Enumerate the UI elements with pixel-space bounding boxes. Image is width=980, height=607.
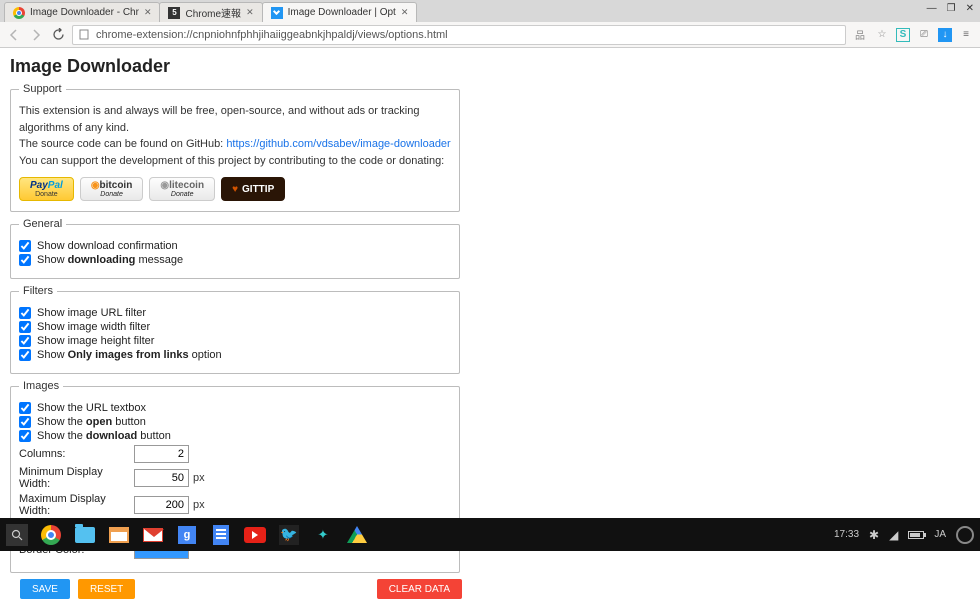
tab-2[interactable]: 5 Chrome速報 ✕	[159, 2, 262, 22]
bitcoin-button[interactable]: ◉bitcoin Donate	[80, 177, 144, 201]
support-legend: Support	[19, 83, 66, 95]
youtube-icon[interactable]	[244, 524, 266, 546]
gmail-icon[interactable]	[142, 524, 164, 546]
downloader-icon	[271, 7, 283, 19]
clear-data-button[interactable]: CLEAR DATA	[377, 579, 462, 599]
checkbox[interactable]	[19, 321, 31, 333]
donate-row: PayPal Donate ◉bitcoin Donate ◉litecoin …	[19, 177, 451, 201]
wifi-off-icon: ✱	[869, 528, 879, 542]
checkbox[interactable]	[19, 416, 31, 428]
os-taskbar: g 🐦 ✦ 17:33 ✱ ◢ JA	[0, 518, 980, 551]
support-text: This extension is and always will be fre…	[19, 103, 451, 169]
window-controls: — ❐ ✕	[927, 3, 974, 14]
ext-s-icon[interactable]: S	[896, 28, 910, 42]
links-only-option[interactable]: Show Only images from links option	[19, 349, 451, 361]
height-filter-option[interactable]: Show image height filter	[19, 335, 451, 347]
reload-button[interactable]	[50, 27, 66, 43]
github-link[interactable]: https://github.com/vdsabev/image-downloa…	[226, 138, 450, 150]
tab-title: Image Downloader - Chr	[30, 7, 139, 18]
columns-input[interactable]	[134, 445, 189, 463]
gittip-button[interactable]: ♥GITTIP	[221, 177, 285, 201]
filters-section: Filters Show image URL filter Show image…	[10, 285, 460, 374]
tab-1[interactable]: Image Downloader - Chr ✕	[4, 2, 160, 22]
browser-toolbar: chrome-extension://cnpniohnfphhjihaiigge…	[0, 22, 980, 48]
checkbox[interactable]	[19, 430, 31, 442]
max-width-label: Maximum Display Width:	[19, 493, 134, 517]
forward-button	[28, 27, 44, 43]
drive-icon[interactable]	[346, 524, 368, 546]
status-tray[interactable]: 17:33 ✱ ◢ JA	[834, 526, 974, 544]
tab-title: Chrome速報	[185, 5, 241, 20]
general-legend: General	[19, 218, 66, 230]
cast-icon[interactable]: ⎚	[916, 27, 932, 43]
paypal-button[interactable]: PayPal Donate	[19, 177, 74, 201]
menu-icon[interactable]: ≡	[958, 27, 974, 43]
url-textbox-option[interactable]: Show the URL textbox	[19, 402, 451, 414]
min-width-row: Minimum Display Width: px	[19, 466, 451, 490]
open-button-option[interactable]: Show the open button	[19, 416, 451, 428]
download-button-option[interactable]: Show the download button	[19, 430, 451, 442]
webstore-icon[interactable]	[108, 524, 130, 546]
litecoin-button[interactable]: ◉litecoin Donate	[149, 177, 215, 201]
address-bar[interactable]: chrome-extension://cnpniohnfphhjihaiigge…	[72, 25, 846, 45]
url-text: chrome-extension://cnpniohnfphhjihaiigge…	[96, 29, 448, 41]
back-button	[6, 27, 22, 43]
show-confirmation-option[interactable]: Show download confirmation	[19, 240, 451, 252]
google-search-icon[interactable]: g	[176, 524, 198, 546]
support-section: Support This extension is and always wil…	[10, 83, 460, 212]
columns-label: Columns:	[19, 448, 134, 460]
tab-title: Image Downloader | Opt	[288, 7, 396, 18]
min-width-label: Minimum Display Width:	[19, 466, 134, 490]
show-downloading-option[interactable]: Show downloading message	[19, 254, 451, 266]
checkbox[interactable]	[19, 335, 31, 347]
max-width-input[interactable]	[134, 496, 189, 514]
maximize-button[interactable]: ❐	[947, 3, 956, 14]
search-icon[interactable]	[6, 524, 28, 546]
chrome-icon	[13, 7, 25, 19]
site-icon: 5	[168, 7, 180, 19]
save-button[interactable]: SAVE	[20, 579, 70, 599]
tweetdeck-icon[interactable]: 🐦	[278, 524, 300, 546]
user-icon	[956, 526, 974, 544]
files-app-icon[interactable]	[74, 524, 96, 546]
ext-icon[interactable]: 品	[852, 27, 868, 43]
min-width-input[interactable]	[134, 469, 189, 487]
close-icon[interactable]: ✕	[401, 7, 409, 18]
close-button[interactable]: ✕	[966, 3, 974, 14]
checkbox[interactable]	[19, 240, 31, 252]
page-title: Image Downloader	[10, 56, 970, 77]
ime-indicator: JA	[934, 529, 946, 540]
browser-tabstrip: Image Downloader - Chr ✕ 5 Chrome速報 ✕ Im…	[0, 0, 980, 22]
width-filter-option[interactable]: Show image width filter	[19, 321, 451, 333]
tab-3[interactable]: Image Downloader | Opt ✕	[262, 2, 418, 22]
download-icon[interactable]: ↓	[938, 28, 952, 42]
max-width-row: Maximum Display Width: px	[19, 493, 451, 517]
docs-icon[interactable]	[210, 524, 232, 546]
close-icon[interactable]: ✕	[246, 7, 254, 18]
images-legend: Images	[19, 380, 63, 392]
url-filter-option[interactable]: Show image URL filter	[19, 307, 451, 319]
star-icon[interactable]: ☆	[874, 27, 890, 43]
general-section: General Show download confirmation Show …	[10, 218, 460, 279]
columns-row: Columns:	[19, 445, 451, 463]
page-icon	[79, 29, 90, 40]
filters-legend: Filters	[19, 285, 57, 297]
battery-icon	[908, 531, 924, 539]
checkbox[interactable]	[19, 307, 31, 319]
checkbox[interactable]	[19, 254, 31, 266]
button-bar: SAVE RESET CLEAR DATA	[10, 579, 460, 599]
checkbox[interactable]	[19, 402, 31, 414]
clock: 17:33	[834, 529, 859, 540]
checkbox[interactable]	[19, 349, 31, 361]
wifi-icon: ◢	[889, 528, 898, 542]
close-icon[interactable]: ✕	[144, 7, 152, 18]
heart-icon: ♥	[232, 184, 238, 195]
app-icon[interactable]: ✦	[312, 524, 334, 546]
minimize-button[interactable]: —	[927, 3, 937, 14]
extension-icons: 品 ☆ S ⎚ ↓ ≡	[852, 27, 974, 43]
chrome-app-icon[interactable]	[40, 524, 62, 546]
reset-button[interactable]: RESET	[78, 579, 135, 599]
